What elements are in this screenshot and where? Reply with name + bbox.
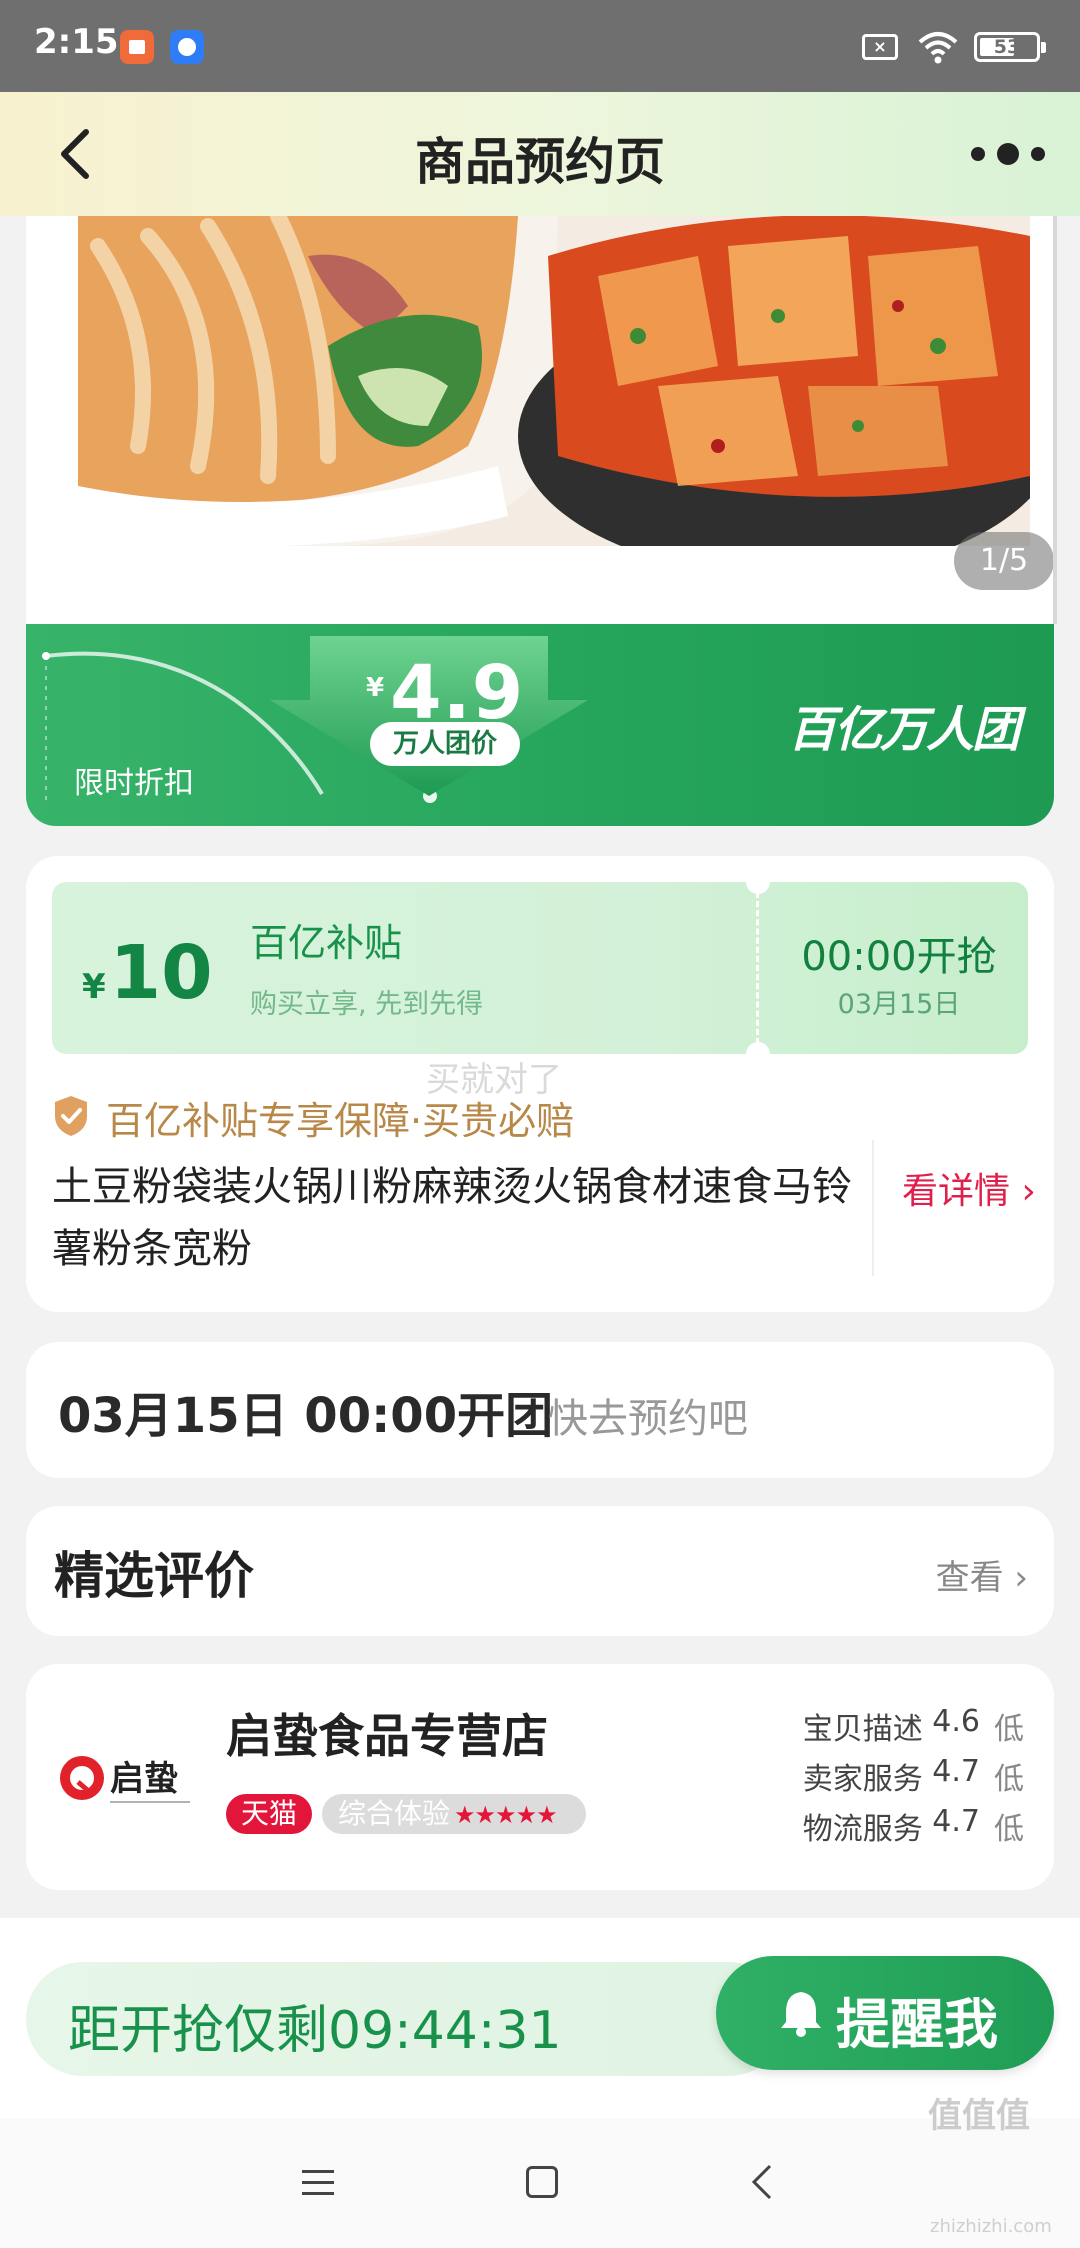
wifi-icon xyxy=(918,32,958,64)
coupon-amount: ¥10 xyxy=(82,930,213,1016)
score-value: 4.7 xyxy=(932,1804,980,1839)
group-price-tag: 万人团价 xyxy=(370,722,520,766)
coupon-value: 10 xyxy=(109,930,213,1016)
baidu-app-icon xyxy=(170,30,204,64)
score-label: 卖家服务 xyxy=(802,1762,923,1797)
score-row: 物流服务 4.7 低 xyxy=(774,1804,1024,1854)
view-reviews-link[interactable]: 查看 › xyxy=(936,1550,1028,1599)
tmall-badge: 天猫 xyxy=(226,1794,312,1834)
open-time-card: 03月15日 00:00开团 快去预约吧 xyxy=(26,1342,1054,1478)
score-level: 低 xyxy=(994,1812,1024,1847)
remind-me-button[interactable]: 提醒我 xyxy=(716,1956,1054,2070)
product-title: 土豆粉袋装火锅川粉麻辣烫火锅食材速食马铃薯粉条宽粉 xyxy=(52,1164,852,1272)
open-time: 03月15日 00:00开团 xyxy=(58,1388,554,1444)
score-value: 4.7 xyxy=(932,1754,980,1789)
score-level: 低 xyxy=(994,1762,1024,1797)
product-image xyxy=(78,216,1030,546)
reviews-card[interactable]: 精选评价 查看 › xyxy=(26,1506,1054,1636)
store-card[interactable]: 启蛰 启蛰食品专营店 天猫 综合体验 ★★★★★ 宝贝描述 4.6 低 卖家服务 4… xyxy=(26,1664,1054,1890)
app-icon-1 xyxy=(120,30,154,64)
nav-header: 商品预约页 xyxy=(0,92,1080,216)
watermark-url: zhizhizhi.com xyxy=(930,2216,1052,2237)
limited-discount-label: 限时折扣 xyxy=(74,766,194,801)
home-icon[interactable] xyxy=(526,2166,558,2198)
coupon-start-date: 03月15日 xyxy=(837,989,961,1020)
store-logo-text: 启蛰 xyxy=(110,1759,178,1799)
store-scores: 宝贝描述 4.6 低 卖家服务 4.7 低 物流服务 4.7 低 xyxy=(774,1704,1024,1854)
coupon-title: 百亿补贴 xyxy=(250,921,403,965)
score-label: 物流服务 xyxy=(802,1812,923,1847)
score-level: 低 xyxy=(994,1712,1024,1747)
experience-badge: 综合体验 ★★★★★ xyxy=(322,1794,586,1834)
view-details-link[interactable]: 看详情 › xyxy=(902,1162,1036,1214)
shield-icon xyxy=(55,1096,87,1136)
status-time: 2:15 xyxy=(34,22,119,62)
price-banner: ¥4.9 万人团价 限时折扣 百亿万人团 xyxy=(26,624,1054,826)
back-icon[interactable] xyxy=(750,2162,774,2202)
status-bar: 2:15 × 53 xyxy=(0,0,1080,92)
open-time-hint: 快去预约吧 xyxy=(548,1396,748,1442)
countdown-pill: 距开抢仅剩09:44:31 xyxy=(26,1962,786,2076)
carousel-index: 1/5 xyxy=(954,532,1054,590)
page-title: 商品预约页 xyxy=(415,133,665,191)
battery-level: 53 xyxy=(993,36,1021,58)
score-row: 宝贝描述 4.6 低 xyxy=(774,1704,1024,1754)
divider xyxy=(872,1140,874,1276)
guarantee-text: 百亿补贴专享保障·买贵必赔 xyxy=(106,1099,575,1143)
system-nav-bar xyxy=(0,2118,1080,2248)
score-label: 宝贝描述 xyxy=(802,1712,923,1747)
star-rating-icon: ★★★★★ xyxy=(454,1801,558,1829)
experience-label: 综合体验 xyxy=(338,1797,451,1830)
price-currency: ¥ xyxy=(366,673,385,703)
remind-me-label: 提醒我 xyxy=(836,1993,998,2056)
more-dots-icon[interactable] xyxy=(966,136,1050,172)
store-logo: 启蛰 xyxy=(60,1756,190,1803)
coupon-start-time: 00:00开抢 xyxy=(801,934,997,980)
menu-icon[interactable] xyxy=(302,2168,334,2198)
score-value: 4.6 xyxy=(932,1704,980,1739)
store-name: 启蛰食品专营店 xyxy=(226,1709,548,1763)
countdown-text: 距开抢仅剩09:44:31 xyxy=(68,2001,562,2061)
subsidy-card: ¥10 百亿补贴 购买立享, 先到先得 00:00开抢 03月15日 买就对了 … xyxy=(26,856,1054,1312)
product-image-carousel[interactable]: 1/5 xyxy=(26,216,1054,624)
reviews-title: 精选评价 xyxy=(54,1547,254,1605)
coupon-subtitle: 购买立享, 先到先得 xyxy=(250,989,484,1020)
no-sim-icon: × xyxy=(862,34,898,60)
coupon-currency: ¥ xyxy=(82,967,106,1007)
battery-icon: 53 xyxy=(974,32,1046,62)
score-row: 卖家服务 4.7 低 xyxy=(774,1754,1024,1804)
bottom-action-bar: 距开抢仅剩09:44:31 提醒我 xyxy=(0,1918,1080,2118)
bell-icon xyxy=(781,1992,821,2037)
brand-logo-text: 百亿万人团 xyxy=(787,702,1020,758)
subsidy-coupon[interactable]: ¥10 百亿补贴 购买立享, 先到先得 00:00开抢 03月15日 xyxy=(52,882,1028,1054)
watermark: 值值值 xyxy=(928,2096,1030,2136)
page-scrollbar[interactable] xyxy=(1053,216,1057,624)
